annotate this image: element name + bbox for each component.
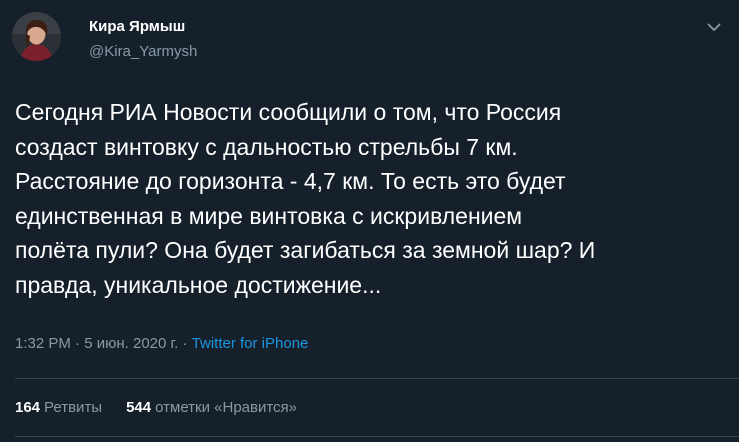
- tweet-menu-button[interactable]: [703, 16, 725, 38]
- likes-count: 544: [126, 399, 152, 416]
- likes-label: отметки «Нравится»: [155, 399, 298, 416]
- tweet-source-link[interactable]: Twitter for iPhone: [192, 335, 309, 352]
- avatar-image: [12, 12, 61, 61]
- divider: [15, 436, 739, 437]
- chevron-down-icon: [707, 23, 721, 31]
- retweets-count: 164: [15, 399, 41, 416]
- avatar[interactable]: [12, 12, 61, 61]
- tweet-card: Кира Ярмыш @Kira_Yarmysh Сегодня РИА Нов…: [0, 0, 739, 442]
- author-name[interactable]: Кира Ярмыш: [89, 17, 197, 37]
- author-handle[interactable]: @Kira_Yarmysh: [89, 42, 197, 62]
- tweet-text: Сегодня РИА Новости сообщили о том, что …: [15, 99, 596, 298]
- retweets-label: Ретвиты: [44, 399, 103, 416]
- tweet-stats: 164 Ретвиты 544 отметки «Нравится»: [15, 398, 297, 418]
- tweet-meta: 1:32 PM · 5 июн. 2020 г. · Twitter for i…: [15, 334, 308, 354]
- author-block: Кира Ярмыш @Kira_Yarmysh: [89, 17, 197, 62]
- meta-separator: ·: [75, 335, 81, 352]
- divider: [15, 378, 739, 379]
- meta-separator: ·: [182, 335, 188, 352]
- tweet-date[interactable]: 5 июн. 2020 г.: [84, 335, 178, 352]
- retweets-stat[interactable]: 164 Ретвиты: [15, 398, 102, 418]
- tweet-time[interactable]: 1:32 PM: [15, 335, 71, 352]
- likes-stat[interactable]: 544 отметки «Нравится»: [126, 398, 297, 418]
